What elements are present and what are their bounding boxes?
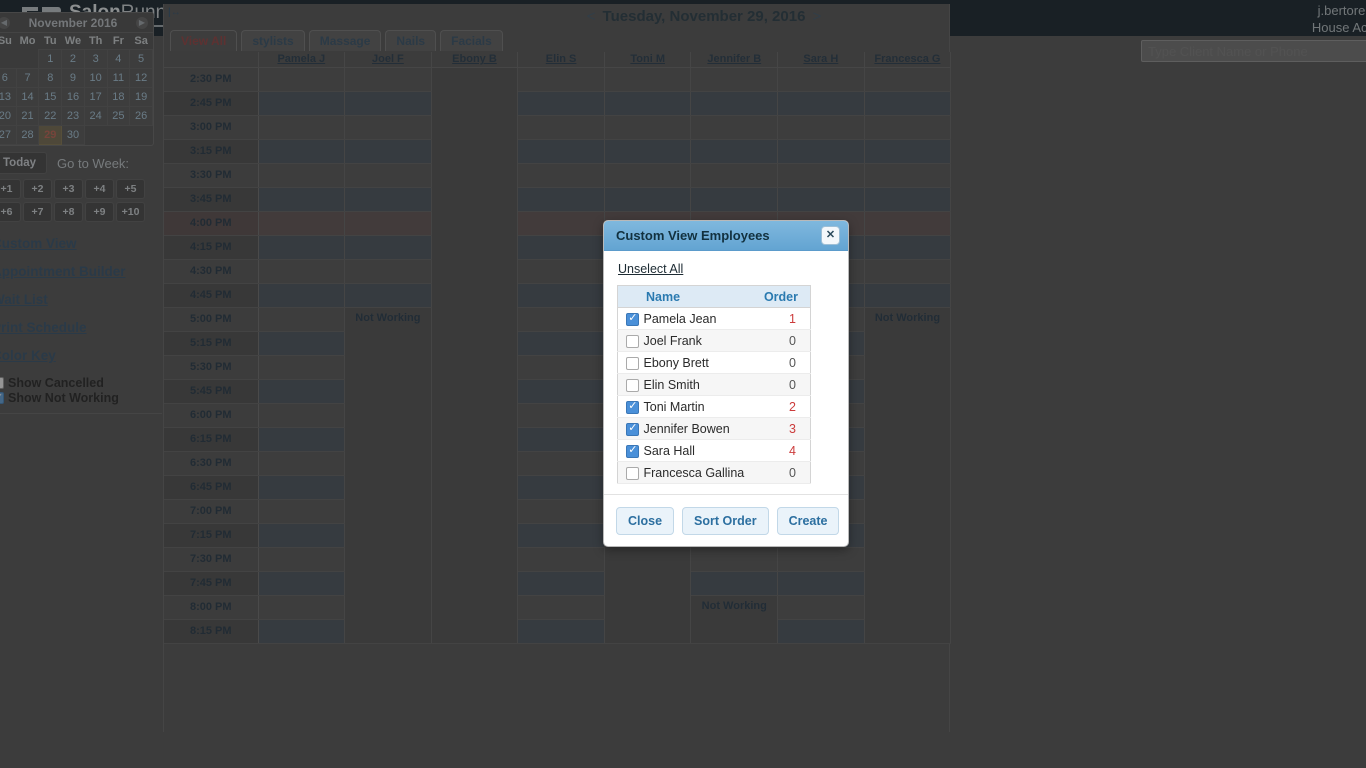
checkbox-cell[interactable] — [618, 418, 644, 440]
checkbox-cell[interactable] — [618, 462, 644, 484]
checkbox-cell[interactable] — [618, 440, 644, 462]
employee-name-cell: Toni Martin — [644, 396, 755, 418]
dialog-body: Unselect All Name Order Pamela Jean1Joel… — [604, 251, 848, 484]
employee-name-cell: Ebony Brett — [644, 352, 755, 374]
employee-checkbox[interactable] — [626, 335, 639, 348]
employee-order-cell: 0 — [755, 374, 811, 396]
unselect-all-link[interactable]: Unselect All — [618, 262, 683, 276]
table-row[interactable]: Francesca Gallina0 — [618, 462, 811, 484]
employee-order-cell: 0 — [755, 462, 811, 484]
employee-checkbox[interactable] — [626, 401, 639, 414]
employee-checkbox[interactable] — [626, 445, 639, 458]
employee-order-cell: 3 — [755, 418, 811, 440]
create-button[interactable]: Create — [777, 507, 840, 535]
custom-view-employees-dialog: Custom View Employees ✕ Unselect All Nam… — [603, 220, 849, 547]
employee-checkbox[interactable] — [626, 467, 639, 480]
table-row[interactable]: Elin Smith0 — [618, 374, 811, 396]
dialog-title: Custom View Employees — [616, 228, 770, 243]
employee-name-cell: Francesca Gallina — [644, 462, 755, 484]
employee-name-cell: Pamela Jean — [644, 308, 755, 330]
dialog-footer: Close Sort Order Create — [604, 494, 848, 546]
column-header-order: Order — [755, 286, 811, 308]
checkbox-cell[interactable] — [618, 308, 644, 330]
employee-name-cell: Elin Smith — [644, 374, 755, 396]
table-row[interactable]: Joel Frank0 — [618, 330, 811, 352]
checkbox-cell[interactable] — [618, 330, 644, 352]
employee-name-cell: Sara Hall — [644, 440, 755, 462]
employee-order-cell: 2 — [755, 396, 811, 418]
employee-checkbox[interactable] — [626, 423, 639, 436]
employee-order-cell: 1 — [755, 308, 811, 330]
table-row[interactable]: Jennifer Bowen3 — [618, 418, 811, 440]
employee-order-cell: 0 — [755, 352, 811, 374]
app-root: SalonRunner Schedule Tickets Manage Repo… — [0, 0, 1366, 768]
close-icon[interactable]: ✕ — [821, 226, 840, 245]
employee-checkbox[interactable] — [626, 313, 639, 326]
employee-name-cell: Joel Frank — [644, 330, 755, 352]
table-row[interactable]: Toni Martin2 — [618, 396, 811, 418]
employee-order-cell: 0 — [755, 330, 811, 352]
employee-table: Name Order Pamela Jean1Joel Frank0Ebony … — [617, 285, 811, 484]
dialog-header: Custom View Employees ✕ — [604, 221, 848, 251]
checkbox-cell[interactable] — [618, 352, 644, 374]
close-button[interactable]: Close — [616, 507, 674, 535]
sort-order-button[interactable]: Sort Order — [682, 507, 769, 535]
employee-name-cell: Jennifer Bowen — [644, 418, 755, 440]
checkbox-cell[interactable] — [618, 374, 644, 396]
employee-table-header: Name Order — [618, 286, 811, 308]
table-row[interactable]: Ebony Brett0 — [618, 352, 811, 374]
employee-checkbox[interactable] — [626, 379, 639, 392]
employee-checkbox[interactable] — [626, 357, 639, 370]
table-row[interactable]: Sara Hall4 — [618, 440, 811, 462]
table-row[interactable]: Pamela Jean1 — [618, 308, 811, 330]
checkbox-cell[interactable] — [618, 396, 644, 418]
employee-order-cell: 4 — [755, 440, 811, 462]
column-header-name: Name — [618, 286, 755, 308]
employee-table-body: Pamela Jean1Joel Frank0Ebony Brett0Elin … — [618, 308, 811, 484]
